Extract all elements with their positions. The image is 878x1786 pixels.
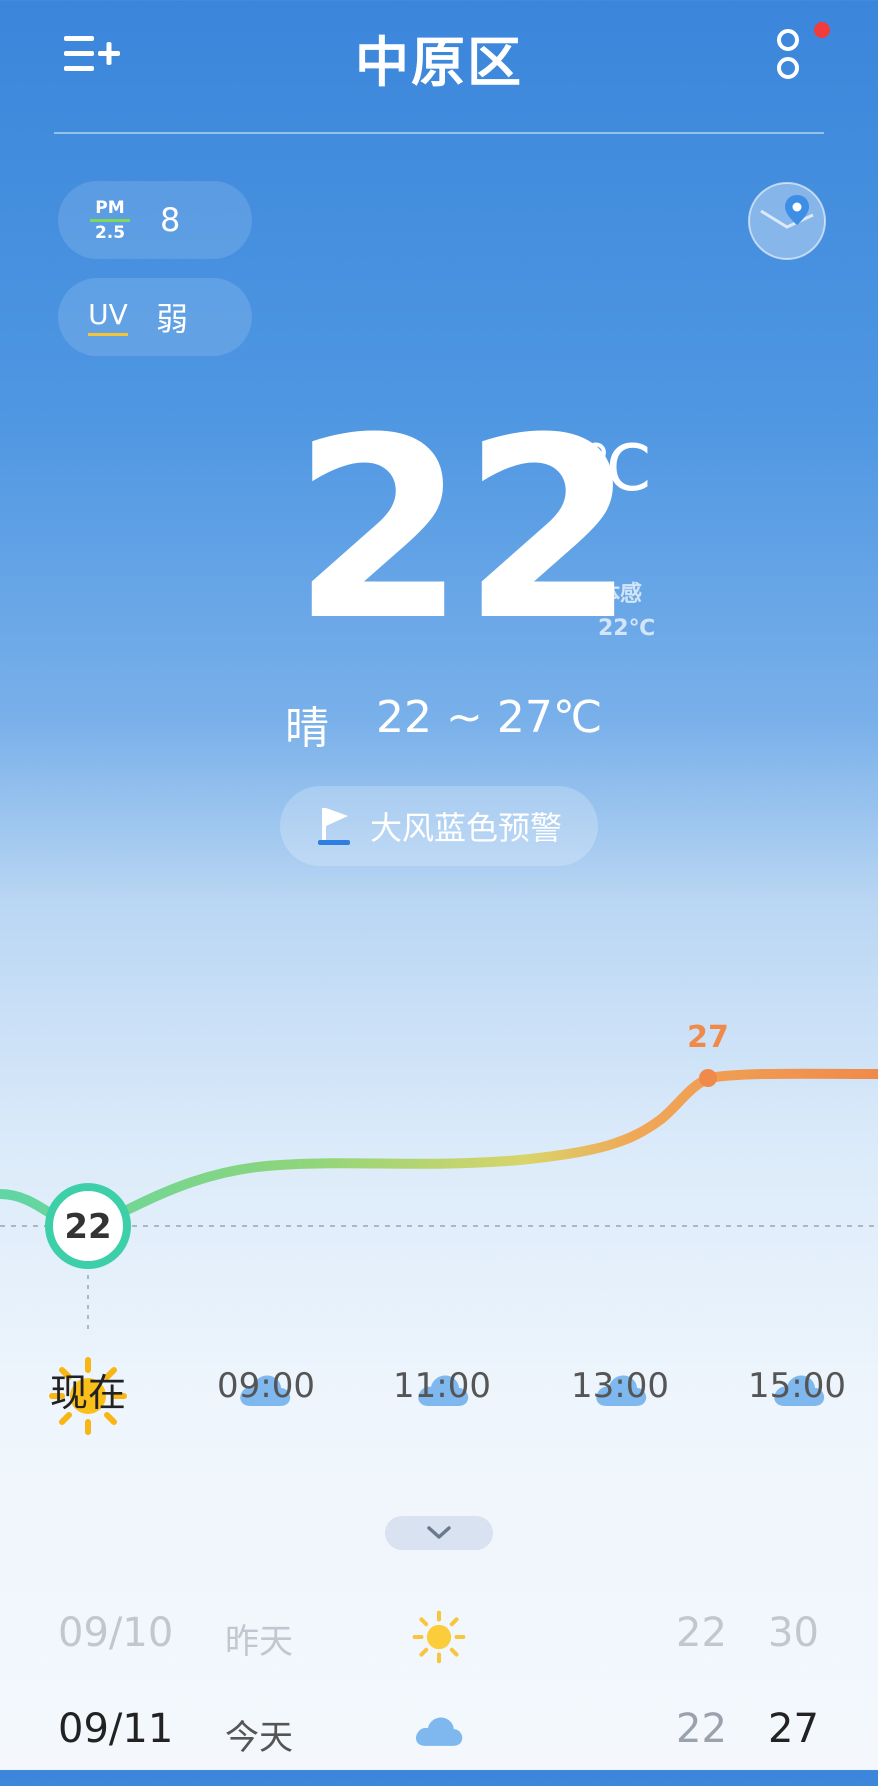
pm25-chip[interactable]: PM 2.5 8 [58, 181, 252, 259]
temperature-unit: ℃ [580, 432, 652, 506]
daily-day: 今天 [225, 1718, 293, 1758]
daily-low: 22 [676, 1706, 727, 1752]
header-divider [54, 132, 824, 134]
temperature-range: 22 ~ 27℃ [376, 692, 603, 743]
chevron-down-icon [427, 1526, 451, 1539]
daily-date: 09/11 [58, 1706, 174, 1752]
alert-text: 大风蓝色预警 [370, 809, 563, 847]
peak-temperature-label: 27 [687, 1020, 729, 1055]
feels-like-label: 体感 [598, 582, 643, 607]
map-pin-icon [748, 182, 826, 260]
sun-icon [412, 1610, 466, 1664]
uv-label: UV [88, 298, 128, 336]
daily-forecast-row[interactable]: 09/10 昨天 22 30 [0, 1610, 878, 1690]
hour-label: 13:00 [571, 1366, 669, 1406]
temperature-curve [0, 1068, 878, 1232]
pm25-label: PM 2.5 [88, 199, 132, 242]
weather-condition: 晴 [285, 703, 329, 754]
hourly-temperature-chart: 27 22 [0, 1020, 878, 1330]
daily-high: 30 [768, 1610, 819, 1656]
feels-like-value: 22℃ [598, 616, 656, 641]
hour-label: 15:00 [748, 1366, 846, 1406]
uv-value: 弱 [156, 300, 189, 338]
peak-temperature-dot [699, 1069, 717, 1087]
expand-hourly-button[interactable] [385, 1516, 493, 1550]
alert-flag-icon [318, 808, 350, 845]
hour-label: 现在 [49, 1371, 126, 1415]
uv-chip[interactable]: UV 弱 [58, 278, 252, 356]
cloud-icon [415, 1717, 463, 1746]
hour-label: 09:00 [217, 1366, 315, 1406]
map-button[interactable] [747, 181, 827, 261]
daily-day: 昨天 [225, 1622, 293, 1662]
hour-label: 11:00 [393, 1366, 491, 1406]
pm25-value: 8 [160, 201, 181, 239]
daily-date: 09/10 [58, 1610, 174, 1656]
more-options-button[interactable] [772, 22, 832, 86]
daily-high: 27 [768, 1706, 819, 1752]
daily-low: 22 [676, 1610, 727, 1656]
daily-forecast-row[interactable]: 09/11 今天 22 27 [0, 1706, 878, 1786]
more-dots-icon [777, 22, 830, 79]
feels-like: 体感 22℃ [598, 578, 655, 646]
now-temperature-label: 22 [64, 1207, 111, 1247]
weather-alert-button[interactable]: 大风蓝色预警 [280, 786, 598, 866]
city-title: 中原区 [355, 31, 523, 94]
